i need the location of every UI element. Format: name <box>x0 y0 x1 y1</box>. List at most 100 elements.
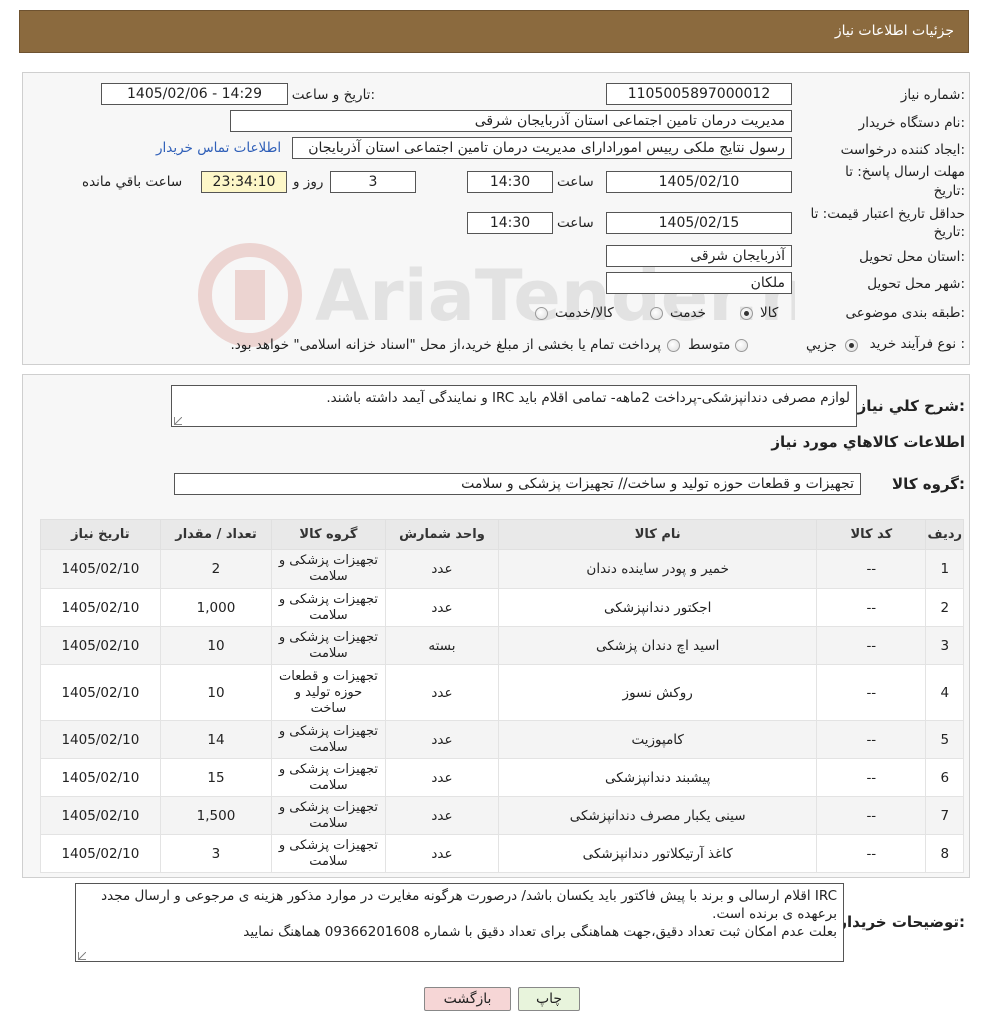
col-code: کد کالا <box>816 519 927 550</box>
cell-date: 1405/02/10 <box>40 796 161 835</box>
category-option-service-label: خدمت <box>670 305 706 321</box>
cell-qty: 15 <box>159 758 273 797</box>
cell-group: تجهیزات پزشکی و سلامت <box>271 720 386 759</box>
table-row: 5 -- کامپوزیت عدد تجهیزات پزشکی و سلامت 14 140… <box>40 720 964 759</box>
cell-date: 1405/02/10 <box>40 549 161 589</box>
description-text: لوازم مصرفی دندانپزشکی-پرداخت 2ماهه- تما… <box>326 390 850 406</box>
col-unit: واحد شمارش <box>384 519 500 550</box>
cell-date: 1405/02/10 <box>40 664 161 721</box>
process-option-minor-label: جزیي <box>806 337 837 353</box>
process-note: پرداخت تمام یا بخشی از مبلغ خرید،از محل … <box>230 337 661 353</box>
col-qty: تعداد / مقدار <box>159 519 273 550</box>
cell-name: کاغذ آرتیکلاتور دندانپزشکی <box>498 834 818 873</box>
print-button[interactable]: چاپ <box>518 987 580 1011</box>
category-option-both-radio[interactable] <box>535 307 548 320</box>
goods-group-field: تجهیزات و قطعات حوزه تولید و ساخت// تجهی… <box>174 473 861 495</box>
cell-row: 3 <box>925 626 964 665</box>
validity-label-date: تاریخ: <box>933 224 965 240</box>
cell-code: -- <box>816 588 927 627</box>
cell-group: تجهیزات پزشکی و سلامت <box>271 796 386 835</box>
cell-name: اسید اچ دندان پزشکی <box>498 626 818 665</box>
process-option-medium-radio[interactable] <box>735 339 748 352</box>
cell-code: -- <box>816 549 927 589</box>
cell-qty: 2 <box>159 549 273 589</box>
remaining-label: ساعت باقي مانده <box>82 174 183 190</box>
remaining-time-field: 23:34:10 <box>201 171 287 193</box>
col-group: گروه کالا <box>271 519 386 550</box>
buyer-field: مدیریت درمان تامین اجتماعی استان آذربایج… <box>230 110 792 132</box>
validity-time-field: 14:30 <box>467 212 553 234</box>
cell-date: 1405/02/10 <box>40 720 161 759</box>
deadline-date-field: 1405/02/10 <box>606 171 792 193</box>
creator-label: ایجاد کننده درخواست: <box>840 142 965 158</box>
cell-group: تجهیزات پزشکی و سلامت <box>271 626 386 665</box>
cell-qty: 10 <box>159 626 273 665</box>
treasury-note-checkbox[interactable] <box>667 339 680 352</box>
buyer-notes-line-1: IRC اقلام ارسالی و برند با پیش فاکتور با… <box>101 888 837 922</box>
description-label: شرح کلي نیاز: <box>857 397 965 415</box>
col-row: ردیف <box>925 519 964 550</box>
page-header: جزئیات اطلاعات نیاز <box>19 10 969 53</box>
cell-name: روکش نسوز <box>498 664 818 721</box>
buyer-notes-label: توضیحات خریدار: <box>838 913 965 931</box>
cell-code: -- <box>816 758 927 797</box>
cell-row: 1 <box>925 549 964 589</box>
cell-qty: 1,500 <box>159 796 273 835</box>
process-label: نوع فرآیند خرید : <box>869 336 965 352</box>
cell-row: 8 <box>925 834 964 873</box>
items-table: ردیف کد کالا نام کالا واحد شمارش گروه کا… <box>40 519 964 873</box>
deadline-time-label: ساعت <box>557 174 594 190</box>
buyer-label: نام دستگاه خریدار: <box>858 115 965 131</box>
cell-unit: عدد <box>384 664 500 721</box>
cell-name: سینی یکبار مصرف دندانپزشکی <box>498 796 818 835</box>
table-header-row: ردیف کد کالا نام کالا واحد شمارش گروه کا… <box>40 519 964 550</box>
category-option-goods-radio[interactable] <box>740 307 753 320</box>
cell-unit: عدد <box>384 720 500 759</box>
province-label: استان محل تحویل: <box>859 249 965 265</box>
cell-unit: عدد <box>384 549 500 589</box>
table-row: 6 -- پیشبند دندانپزشکی عدد تجهیزات پزشکی و س… <box>40 758 964 797</box>
resize-grip-icon[interactable] <box>174 417 182 425</box>
table-row: 7 -- سینی یکبار مصرف دندانپزشکی عدد تجهیزات … <box>40 796 964 835</box>
cell-name: خمیر و پودر ساینده دندان <box>498 549 818 589</box>
cell-group: تجهیزات پزشکی و سلامت <box>271 834 386 873</box>
cell-name: پیشبند دندانپزشکی <box>498 758 818 797</box>
cell-qty: 14 <box>159 720 273 759</box>
buyer-notes-line-2: بعلت عدم امکان ثبت تعداد دقیق،جهت هماهنگ… <box>243 924 837 940</box>
cell-name: کامپوزیت <box>498 720 818 759</box>
category-option-both-label: کالا/خدمت <box>555 305 614 321</box>
announce-field: 1405/02/06 - 14:29 <box>101 83 288 105</box>
cell-name: اجکتور دندانپزشکی <box>498 588 818 627</box>
cell-group: تجهیزات پزشکی و سلامت <box>271 549 386 589</box>
cell-qty: 10 <box>159 664 273 721</box>
cell-qty: 3 <box>159 834 273 873</box>
resize-grip-icon[interactable] <box>78 952 86 960</box>
back-button[interactable]: بازگشت <box>424 987 511 1011</box>
cell-code: -- <box>816 664 927 721</box>
table-row: 3 -- اسید اچ دندان پزشکی بسته تجهیزات پزشکی … <box>40 626 964 665</box>
col-name: نام کالا <box>498 519 818 550</box>
province-field: آذربایجان شرقی <box>606 245 792 267</box>
cell-date: 1405/02/10 <box>40 588 161 627</box>
cell-group: تجهیزات پزشکی و سلامت <box>271 588 386 627</box>
svg-text:AriaTender.neT: AriaTender.neT <box>315 255 795 337</box>
cell-unit: عدد <box>384 588 500 627</box>
goods-section-title: اطلاعات کالاهاي مورد نیاز <box>771 433 965 451</box>
cell-group: تجهیزات و قطعات حوزه تولید و ساخت <box>271 664 386 721</box>
buyer-notes-field[interactable]: IRC اقلام ارسالی و برند با پیش فاکتور با… <box>75 883 844 962</box>
cell-code: -- <box>816 796 927 835</box>
table-row: 4 -- روکش نسوز عدد تجهیزات و قطعات حوزه تولی… <box>40 664 964 721</box>
cell-date: 1405/02/10 <box>40 626 161 665</box>
table-row: 1 -- خمیر و پودر ساینده دندان عدد تجهیزات پز… <box>40 549 964 589</box>
cell-row: 2 <box>925 588 964 627</box>
cell-row: 7 <box>925 796 964 835</box>
description-field[interactable]: لوازم مصرفی دندانپزشکی-پرداخت 2ماهه- تما… <box>171 385 857 427</box>
cell-row: 5 <box>925 720 964 759</box>
deadline-label-date: تاریخ: <box>933 183 965 199</box>
need-number-label: شماره نیاز: <box>900 87 965 103</box>
category-option-service-radio[interactable] <box>650 307 663 320</box>
days-field: 3 <box>330 171 416 193</box>
process-option-minor-radio[interactable] <box>845 339 858 352</box>
goods-group-label: گروه کالا: <box>892 475 965 493</box>
buyer-contact-link[interactable]: اطلاعات تماس خریدار <box>156 140 281 156</box>
